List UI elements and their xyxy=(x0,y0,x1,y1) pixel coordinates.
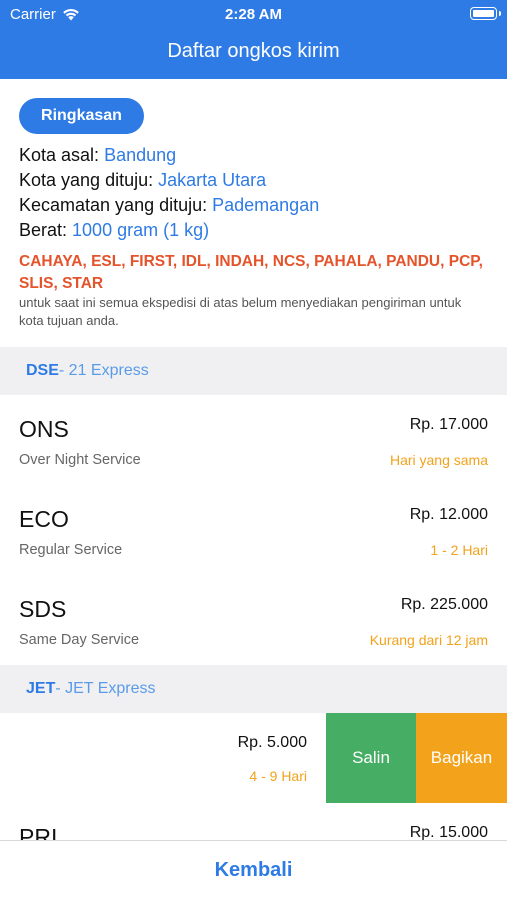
service-price: Rp. 17.000 xyxy=(409,416,488,433)
service-code: SDS xyxy=(19,596,67,622)
section-code: DSE xyxy=(26,362,59,379)
share-button[interactable]: Bagikan xyxy=(416,713,507,803)
service-eta: 4 - 9 Hari xyxy=(249,768,307,784)
service-eta: Kurang dari 12 jam xyxy=(369,632,488,648)
battery-icon xyxy=(470,7,501,20)
destination-label: Kota yang dituju: xyxy=(19,170,159,190)
service-code: ECO xyxy=(19,506,69,532)
district-value: Pademangan xyxy=(212,195,320,215)
service-price: Rp. 225.000 xyxy=(400,596,488,613)
origin-value: Bandung xyxy=(104,145,177,165)
service-price: Rp. 5.000 xyxy=(237,734,307,751)
section-header-jet: JET - JET Express xyxy=(0,665,507,713)
origin-line: Kota asal: Bandung xyxy=(19,145,176,166)
district-line: Kecamatan yang dituju: Pademangan xyxy=(19,195,319,216)
destination-line: Kota yang dituju: Jakarta Utara xyxy=(19,170,266,191)
service-eta: 1 - 2 Hari xyxy=(430,542,488,558)
copy-button[interactable]: Salin xyxy=(326,713,416,803)
service-description: Same Day Service xyxy=(19,632,140,648)
service-row-eco[interactable]: ECO Regular Service Rp. 12.000 1 - 2 Har… xyxy=(0,485,507,575)
page-title: Daftar ongkos kirim xyxy=(167,40,340,62)
section-code: JET xyxy=(26,680,56,697)
summary-panel: Ringkasan Kota asal: Bandung Kota yang d… xyxy=(0,79,507,347)
service-description: Over Night Service xyxy=(19,452,141,468)
weight-value: 1000 gram (1 kg) xyxy=(72,220,210,240)
service-description: Regular Service xyxy=(19,542,123,558)
service-eta: Hari yang sama xyxy=(389,452,488,468)
navigation-bar: Carrier 2:28 AM Daftar ongkos kirim xyxy=(0,0,507,79)
section-name: - JET Express xyxy=(55,680,156,697)
weight-line: Berat: 1000 gram (1 kg) xyxy=(19,220,209,241)
service-price: Rp. 12.000 xyxy=(409,506,488,523)
service-row-sds[interactable]: SDS Same Day Service Rp. 225.000 Kurang … xyxy=(0,575,507,665)
status-bar: Carrier 2:28 AM xyxy=(0,0,507,28)
destination-value: Jakarta Utara xyxy=(158,170,267,190)
summary-button[interactable]: Ringkasan xyxy=(19,98,144,134)
service-row-ons[interactable]: ONS Over Night Service Rp. 17.000 Hari y… xyxy=(0,395,507,485)
back-button[interactable]: Kembali xyxy=(215,859,293,882)
unavailable-couriers: CAHAYA, ESL, FIRST, IDL, INDAH, NCS, PAH… xyxy=(19,253,483,292)
unavailable-note: untuk saat ini semua ekspedisi di atas b… xyxy=(19,295,462,328)
district-label: Kecamatan yang dituju: xyxy=(19,195,213,215)
status-time: 2:28 AM xyxy=(225,6,282,23)
service-row-swiped[interactable]: Rp. 5.000 4 - 9 Hari Salin Bagikan xyxy=(0,713,507,803)
section-name: - 21 Express xyxy=(58,362,149,379)
bottom-bar: Kembali xyxy=(0,840,507,900)
service-code: ONS xyxy=(19,416,69,442)
weight-label: Berat: xyxy=(19,220,73,240)
section-header-dse: DSE - 21 Express xyxy=(0,347,507,395)
origin-label: Kota asal: xyxy=(19,145,105,165)
